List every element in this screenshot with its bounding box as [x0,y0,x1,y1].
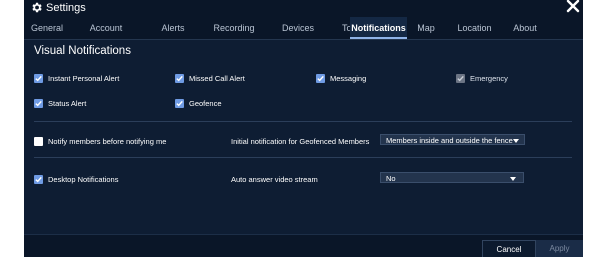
checkbox-checked-disabled-icon [456,73,465,83]
tab-general[interactable]: General [24,17,70,39]
tab-location[interactable]: Location [449,17,500,39]
title-bar: Settings [24,0,583,17]
dialog-footer: Cancel Apply [24,234,583,257]
messaging-label: Messaging [330,73,367,83]
instant-personal-alert-checkbox[interactable]: Instant Personal Alert [34,72,119,84]
missed-call-alert-checkbox[interactable]: Missed Call Alert [175,72,245,84]
status-alert-checkbox[interactable]: Status Alert [34,97,86,109]
auto-answer-dropdown[interactable]: No [380,172,524,183]
section-divider [34,121,572,122]
checkbox-unchecked-icon [34,136,43,146]
tab-account[interactable]: Account [70,17,142,39]
desktop-notifications-label: Desktop Notifications [48,174,119,184]
desktop-notifications-checkbox[interactable]: Desktop Notifications [34,173,118,185]
missed-call-alert-label: Missed Call Alert [189,73,245,83]
tab-alerts[interactable]: Alerts [142,17,204,39]
geofence-label: Geofence [189,98,222,108]
messaging-checkbox[interactable]: Messaging [316,72,366,84]
instant-personal-alert-label: Instant Personal Alert [48,73,120,83]
checkbox-checked-icon [34,73,43,83]
cancel-button[interactable]: Cancel [482,240,536,257]
checkbox-checked-icon [34,98,43,108]
notify-members-checkbox[interactable]: Notify members before notifying me [34,135,166,147]
emergency-label: Emergency [470,73,508,83]
close-icon[interactable] [566,0,580,13]
tab-recording[interactable]: Recording [204,17,264,39]
checkbox-checked-icon [175,98,184,108]
chevron-down-icon [510,177,516,181]
checkbox-checked-icon [34,174,43,184]
auto-answer-value: No [386,174,396,183]
checkbox-checked-icon [316,73,325,83]
initial-notification-label: Initial notification for Geofenced Membe… [231,137,370,146]
gear-icon [32,2,42,13]
section-divider [34,157,572,158]
geofence-checkbox[interactable]: Geofence [175,97,222,109]
tab-map[interactable]: Map [407,17,445,39]
apply-button[interactable]: Apply [536,240,583,257]
initial-notification-value: Members inside and outside the fence [386,136,513,145]
tab-notifications[interactable]: Notifications [350,17,407,39]
settings-window: Settings General Account Alerts Recordin… [24,0,583,257]
tab-about[interactable]: About [508,17,542,39]
emergency-checkbox: Emergency [456,72,508,84]
window-title: Settings [46,2,86,14]
notify-members-label: Notify members before notifying me [48,136,167,146]
initial-notification-dropdown[interactable]: Members inside and outside the fence [380,134,525,145]
tab-devices[interactable]: Devices [264,17,332,39]
status-alert-label: Status Alert [48,98,87,108]
chevron-down-icon [513,139,519,143]
tab-bar: General Account Alerts Recording Devices… [24,17,583,40]
section-title-visual-notifications: Visual Notifications [34,45,131,57]
auto-answer-label: Auto answer video stream [231,175,318,184]
checkbox-checked-icon [175,73,184,83]
